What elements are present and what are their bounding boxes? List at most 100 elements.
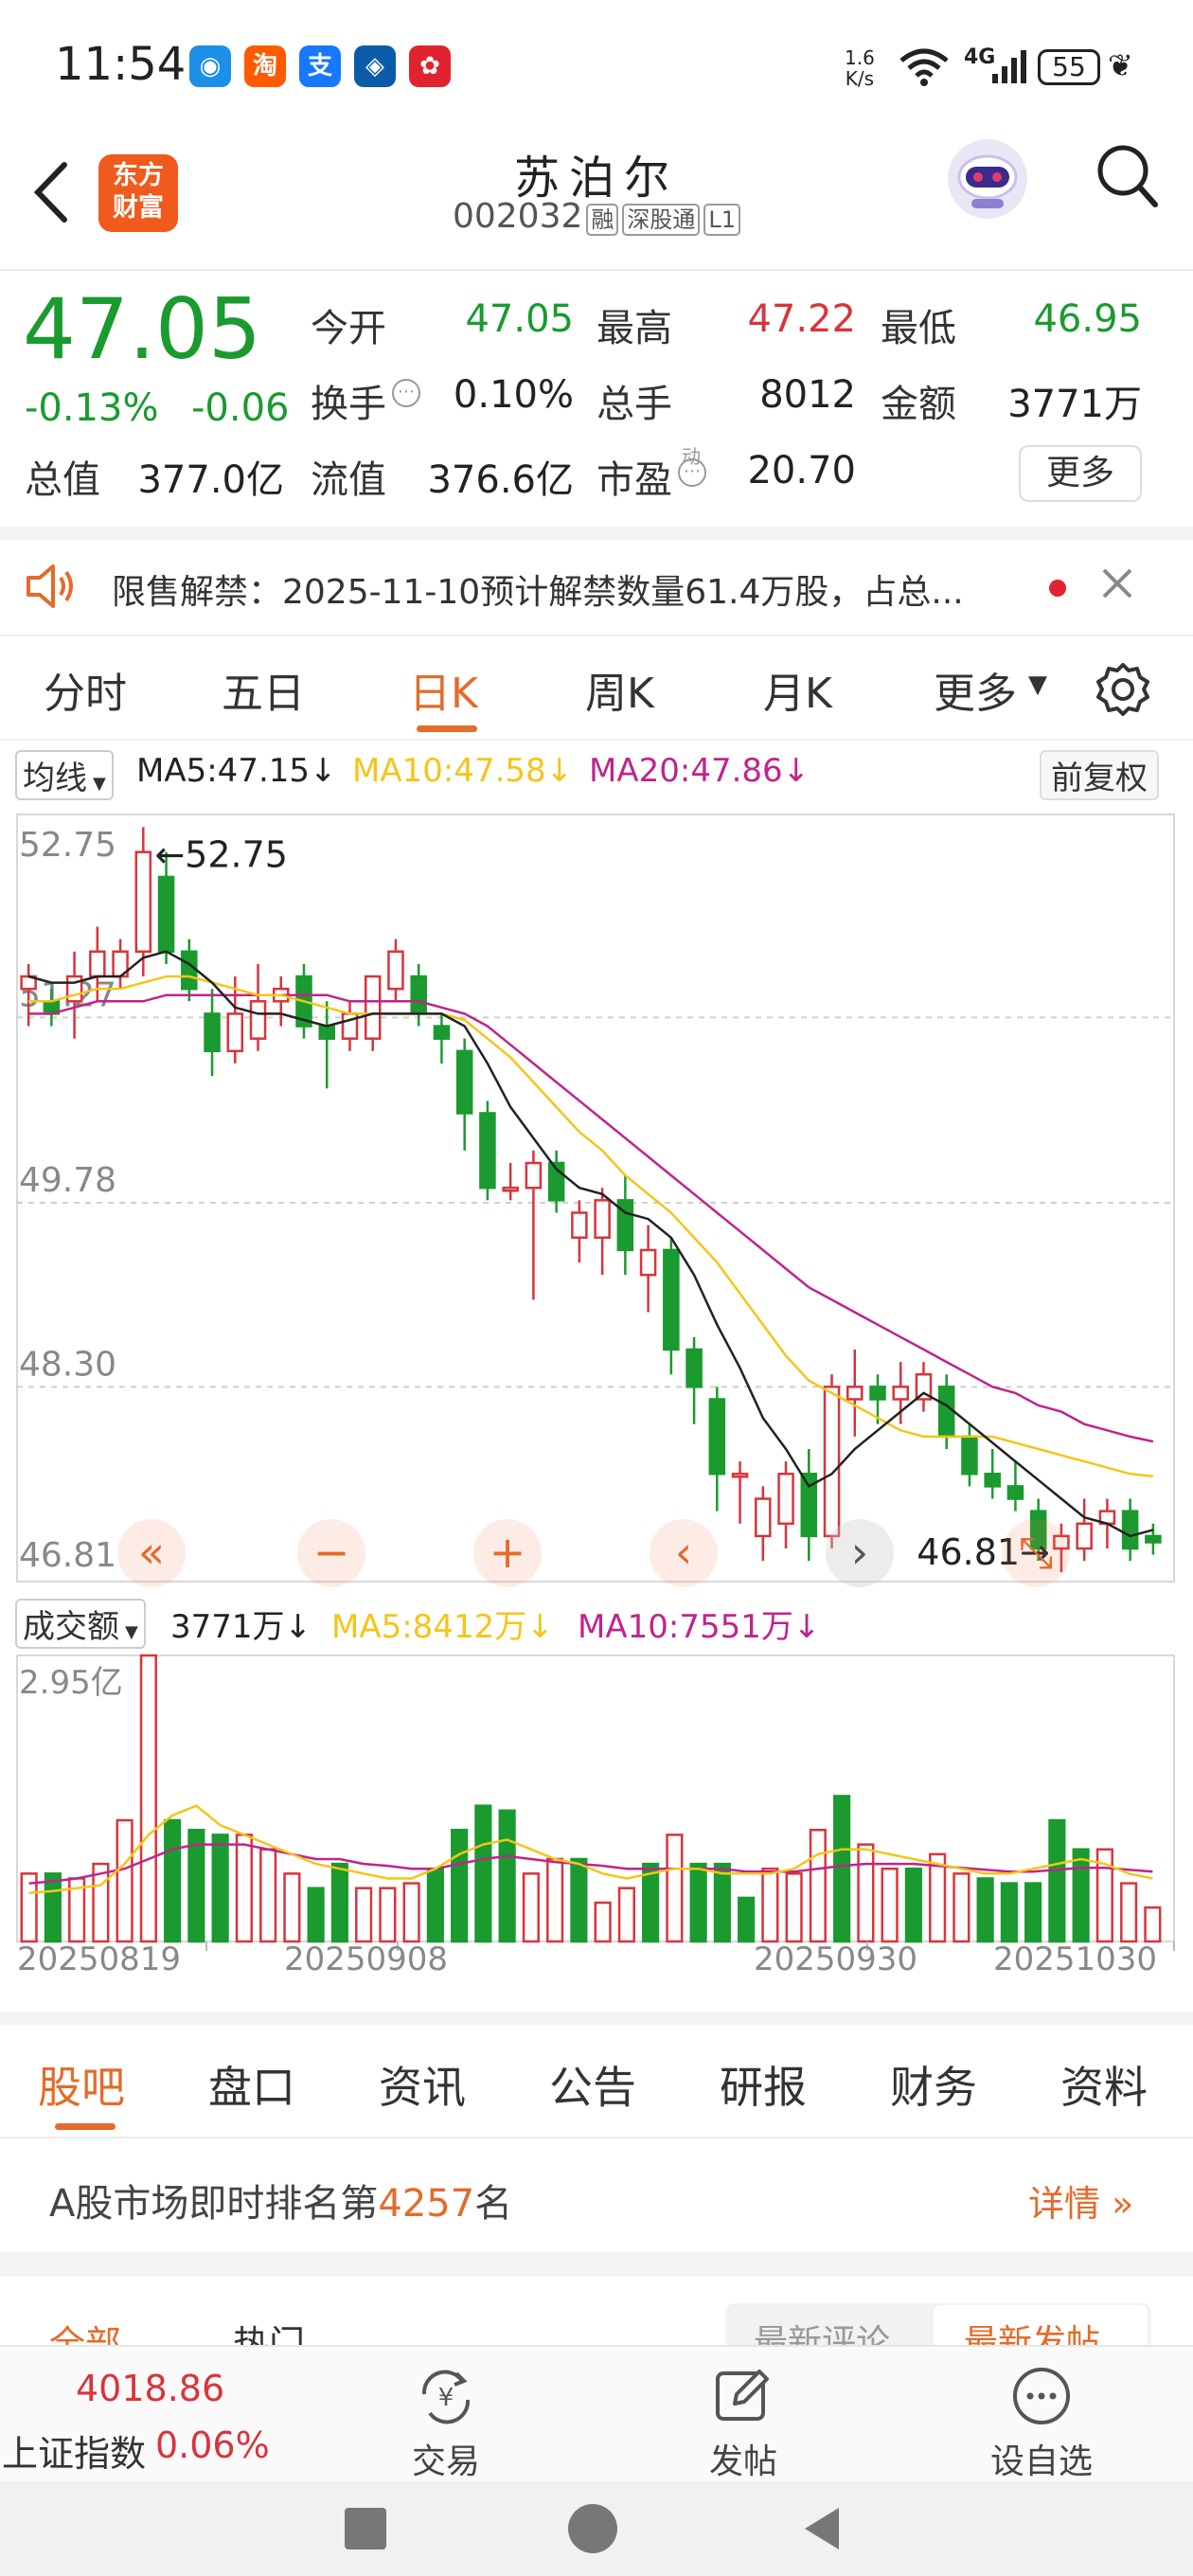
tab-more[interactable]: 更多 — [934, 659, 1017, 720]
volume-bar-down — [426, 1867, 444, 1943]
ranking-row[interactable]: A股市场即时排名第4257名 详情 » — [0, 2138, 1193, 2252]
tab-five-day[interactable]: 五日 — [222, 659, 305, 720]
tab-announcements[interactable]: 公告 — [549, 2053, 636, 2116]
float-cap-value: 376.6亿 — [427, 458, 574, 502]
tab-monthly-k[interactable]: 月K — [763, 659, 832, 720]
volume-bar-down — [211, 1834, 229, 1943]
candle-up — [594, 1199, 611, 1240]
info-icon[interactable]: ⋯ — [392, 379, 420, 407]
ma10-line — [28, 975, 1154, 1478]
candle-down — [869, 1386, 886, 1401]
close-icon[interactable] — [1098, 564, 1136, 602]
y-tick-label: 46.81 — [19, 1536, 116, 1575]
sort-latest-post[interactable]: 最新发帖 — [964, 2315, 1100, 2349]
tab-financials[interactable]: 财务 — [890, 2053, 977, 2116]
tab-intraday[interactable]: 分时 — [44, 659, 127, 720]
post-label[interactable]: 发帖 — [691, 2434, 795, 2483]
bank-icon: ✿ — [409, 45, 451, 87]
notice-bar[interactable]: 限售解禁：2025-11-10预计解禁数量61.4万股，占总... — [0, 540, 1193, 635]
speaker-icon — [27, 564, 73, 608]
candle-down — [433, 1025, 451, 1040]
candle-up — [525, 1161, 543, 1190]
volume-ma5: MA5:8412万↓ — [331, 1601, 554, 1647]
recent-apps-button[interactable] — [345, 2508, 386, 2549]
scroll-left-fast-button[interactable]: « — [117, 1519, 186, 1587]
fullscreen-button[interactable]: ⤡ — [1002, 1519, 1070, 1587]
down-arrow-icon: ↓ — [545, 752, 574, 790]
x-tick-label: 20250930 — [754, 1941, 917, 1974]
volume-bar-up — [235, 1834, 253, 1943]
stock-code: 002032 — [452, 197, 583, 236]
tab-news[interactable]: 资讯 — [379, 2053, 466, 2116]
period-tabs: 分时 五日 日K 周K 月K 更多 ▼ — [0, 636, 1193, 739]
zoom-in-button[interactable]: + — [473, 1519, 542, 1587]
sub-tab-all[interactable]: 全部 — [49, 2315, 121, 2349]
candle-up — [387, 950, 404, 991]
svg-text:¥: ¥ — [438, 2384, 454, 2412]
volume-bar-down — [330, 1862, 348, 1943]
volume-bar-down — [44, 1872, 62, 1943]
candle-up — [502, 1186, 519, 1192]
signal-icon — [992, 50, 1026, 83]
back-icon[interactable] — [28, 159, 74, 225]
leaf-icon: ❦ — [1108, 47, 1133, 83]
candle-down — [204, 1012, 221, 1053]
tab-forum[interactable]: 股吧 — [38, 2053, 125, 2116]
dropdown-icon: ▼ — [125, 1622, 138, 1642]
candle-down — [708, 1398, 726, 1476]
back-nav-button[interactable] — [801, 2506, 845, 2551]
indicator-select[interactable]: 均线 ▼ — [15, 750, 114, 800]
watchlist-label[interactable]: 设自选 — [975, 2434, 1108, 2483]
clock: 11:54 — [55, 38, 187, 91]
more-options-icon[interactable] — [1009, 2364, 1074, 2428]
tab-research[interactable]: 研报 — [720, 2053, 807, 2116]
candlestick-chart[interactable]: 52.7551.2749.7848.3046.81←52.7546.81→ — [0, 805, 1193, 1591]
edit-post-icon[interactable] — [712, 2364, 775, 2426]
candle-down — [157, 875, 175, 953]
zoom-out-button[interactable]: − — [297, 1519, 365, 1587]
ccb-icon: ◈ — [354, 45, 396, 87]
volume-bar-up — [809, 1829, 827, 1943]
home-button[interactable] — [568, 2504, 617, 2553]
index-name[interactable]: 上证指数 — [2, 2424, 146, 2477]
candle-down — [181, 950, 198, 991]
volume-bar-up — [594, 1901, 612, 1943]
adjust-button[interactable]: 前复权 — [1040, 750, 1159, 800]
candle-down — [1145, 1534, 1162, 1544]
volume-chart[interactable]: 2.95亿 20250819 20250908 20250930 20251030 — [0, 1652, 1193, 1974]
search-icon[interactable] — [1095, 142, 1161, 212]
volume-bar-up — [1144, 1905, 1162, 1943]
amount-value: 3771万 — [1007, 383, 1142, 426]
robot-assistant-icon[interactable] — [943, 134, 1032, 224]
pe-info-icon[interactable]: ⋯ — [678, 458, 706, 487]
index-value[interactable]: 4018.86 — [76, 2368, 224, 2409]
y-tick-label: 49.78 — [19, 1161, 116, 1200]
system-nav-bar — [0, 2481, 1193, 2576]
ranking-prefix: A股市场即时排名第 — [49, 2182, 379, 2226]
ranking-suffix: 名 — [474, 2182, 513, 2226]
dropdown-icon: ▼ — [1028, 671, 1047, 699]
tab-daily-k[interactable]: 日K — [409, 659, 478, 720]
trade-icon[interactable]: ¥ — [413, 2366, 479, 2428]
tab-profile[interactable]: 资料 — [1060, 2053, 1148, 2116]
section-gap — [0, 2012, 1193, 2025]
detail-link[interactable]: 详情 » — [1028, 2174, 1133, 2227]
tab-orderbook[interactable]: 盘口 — [208, 2053, 295, 2116]
open-value: 47.05 — [465, 297, 574, 341]
tab-weekly-k[interactable]: 周K — [585, 659, 654, 720]
volume-indicator-select[interactable]: 成交额 ▼ — [15, 1599, 146, 1649]
volume-indicator-label: 成交额 — [23, 1608, 119, 1646]
sort-latest-comment[interactable]: 最新评论 — [754, 2315, 890, 2349]
trade-label[interactable]: 交易 — [394, 2434, 498, 2483]
settings-gear-icon[interactable] — [1095, 661, 1151, 718]
candle-up — [1076, 1522, 1093, 1550]
candle-up — [846, 1386, 864, 1401]
sub-tab-hot[interactable]: 热门 — [233, 2315, 305, 2349]
dropdown-icon: ▼ — [93, 774, 106, 794]
scroll-right-button[interactable]: › — [826, 1519, 894, 1587]
header-divider — [0, 269, 1193, 271]
eastmoney-logo: 东方 财富 — [98, 154, 178, 232]
scroll-left-button[interactable]: ‹ — [650, 1519, 718, 1587]
more-button[interactable]: 更多 — [1019, 445, 1142, 502]
index-change: 0.06% — [155, 2424, 270, 2466]
